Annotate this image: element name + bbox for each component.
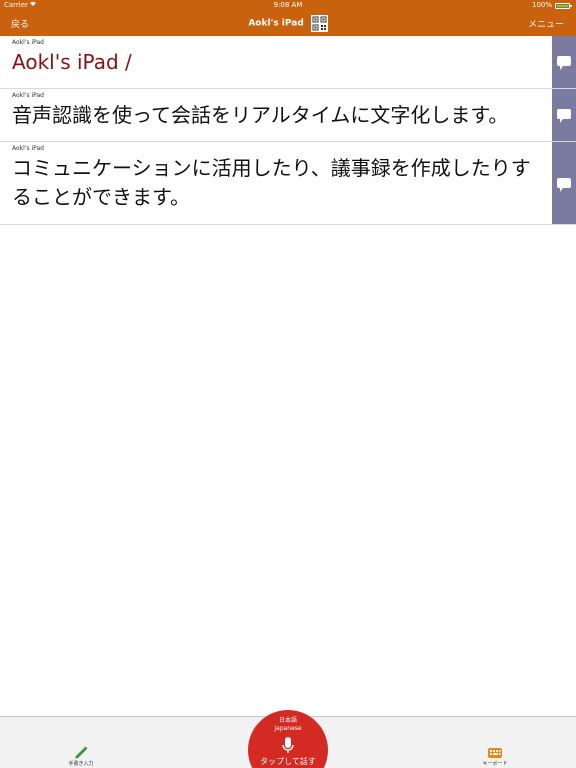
- speech-bubble-icon: [557, 178, 571, 192]
- keyboard-icon: [487, 745, 503, 759]
- nav-title-group: Aokl's iPad: [0, 15, 576, 32]
- talk-language: 日本語 Japanese: [248, 717, 328, 733]
- battery-icon: [555, 3, 572, 9]
- menu-button[interactable]: メニュー: [528, 17, 564, 30]
- message-text: 音声認識を使って会話をリアルタイムに文字化します。: [12, 103, 509, 127]
- speech-bubble-icon: [557, 56, 571, 70]
- message-row[interactable]: Aokl's iPad コミュニケーションに活用したり、議事録を作成したりするこ…: [0, 142, 576, 225]
- message-row[interactable]: Aokl's iPad Aokl's iPad /: [0, 36, 576, 89]
- message-text: コミュニケーションに活用したり、議事録を作成したりすることができます。: [12, 156, 531, 209]
- keyboard-button[interactable]: キーボード: [465, 745, 525, 767]
- status-time: 9:08 AM: [273, 1, 303, 9]
- speaker-label: Aokl's iPad: [12, 39, 44, 46]
- top-bar: Carrier 9:08 AM 100% 戻る Aokl's iPad メニュー: [0, 0, 576, 36]
- language-en-label: Japanese: [274, 725, 302, 732]
- speaker-label: Aokl's iPad: [12, 145, 44, 152]
- pencil-icon: [73, 745, 89, 759]
- comment-side-button[interactable]: [552, 89, 576, 141]
- qr-code-icon[interactable]: [310, 15, 328, 32]
- microphone-icon: [282, 737, 294, 755]
- comment-side-button[interactable]: [552, 36, 576, 88]
- page-title: Aokl's iPad: [248, 18, 304, 29]
- language-jp-label: 日本語: [278, 717, 297, 724]
- tap-to-talk-button[interactable]: 日本語 Japanese タップして話す: [248, 710, 328, 768]
- battery-percent: 100%: [531, 1, 552, 9]
- status-bar: Carrier 9:08 AM 100%: [0, 0, 576, 11]
- talk-label: タップして話す: [260, 757, 316, 766]
- comment-side-button[interactable]: [552, 142, 576, 224]
- message-text: Aokl's iPad /: [12, 50, 132, 74]
- message-row[interactable]: Aokl's iPad 音声認識を使って会話をリアルタイムに文字化します。: [0, 89, 576, 142]
- handwriting-button[interactable]: 手書き入力: [51, 745, 111, 767]
- keyboard-label: キーボード: [482, 761, 508, 767]
- handwriting-label: 手書き入力: [68, 761, 94, 767]
- message-list: Aokl's iPad Aokl's iPad / Aokl's iPad 音声…: [0, 36, 576, 225]
- speaker-label: Aokl's iPad: [12, 92, 44, 99]
- navigation-bar: 戻る Aokl's iPad メニュー: [0, 12, 576, 36]
- speech-bubble-icon: [557, 109, 571, 123]
